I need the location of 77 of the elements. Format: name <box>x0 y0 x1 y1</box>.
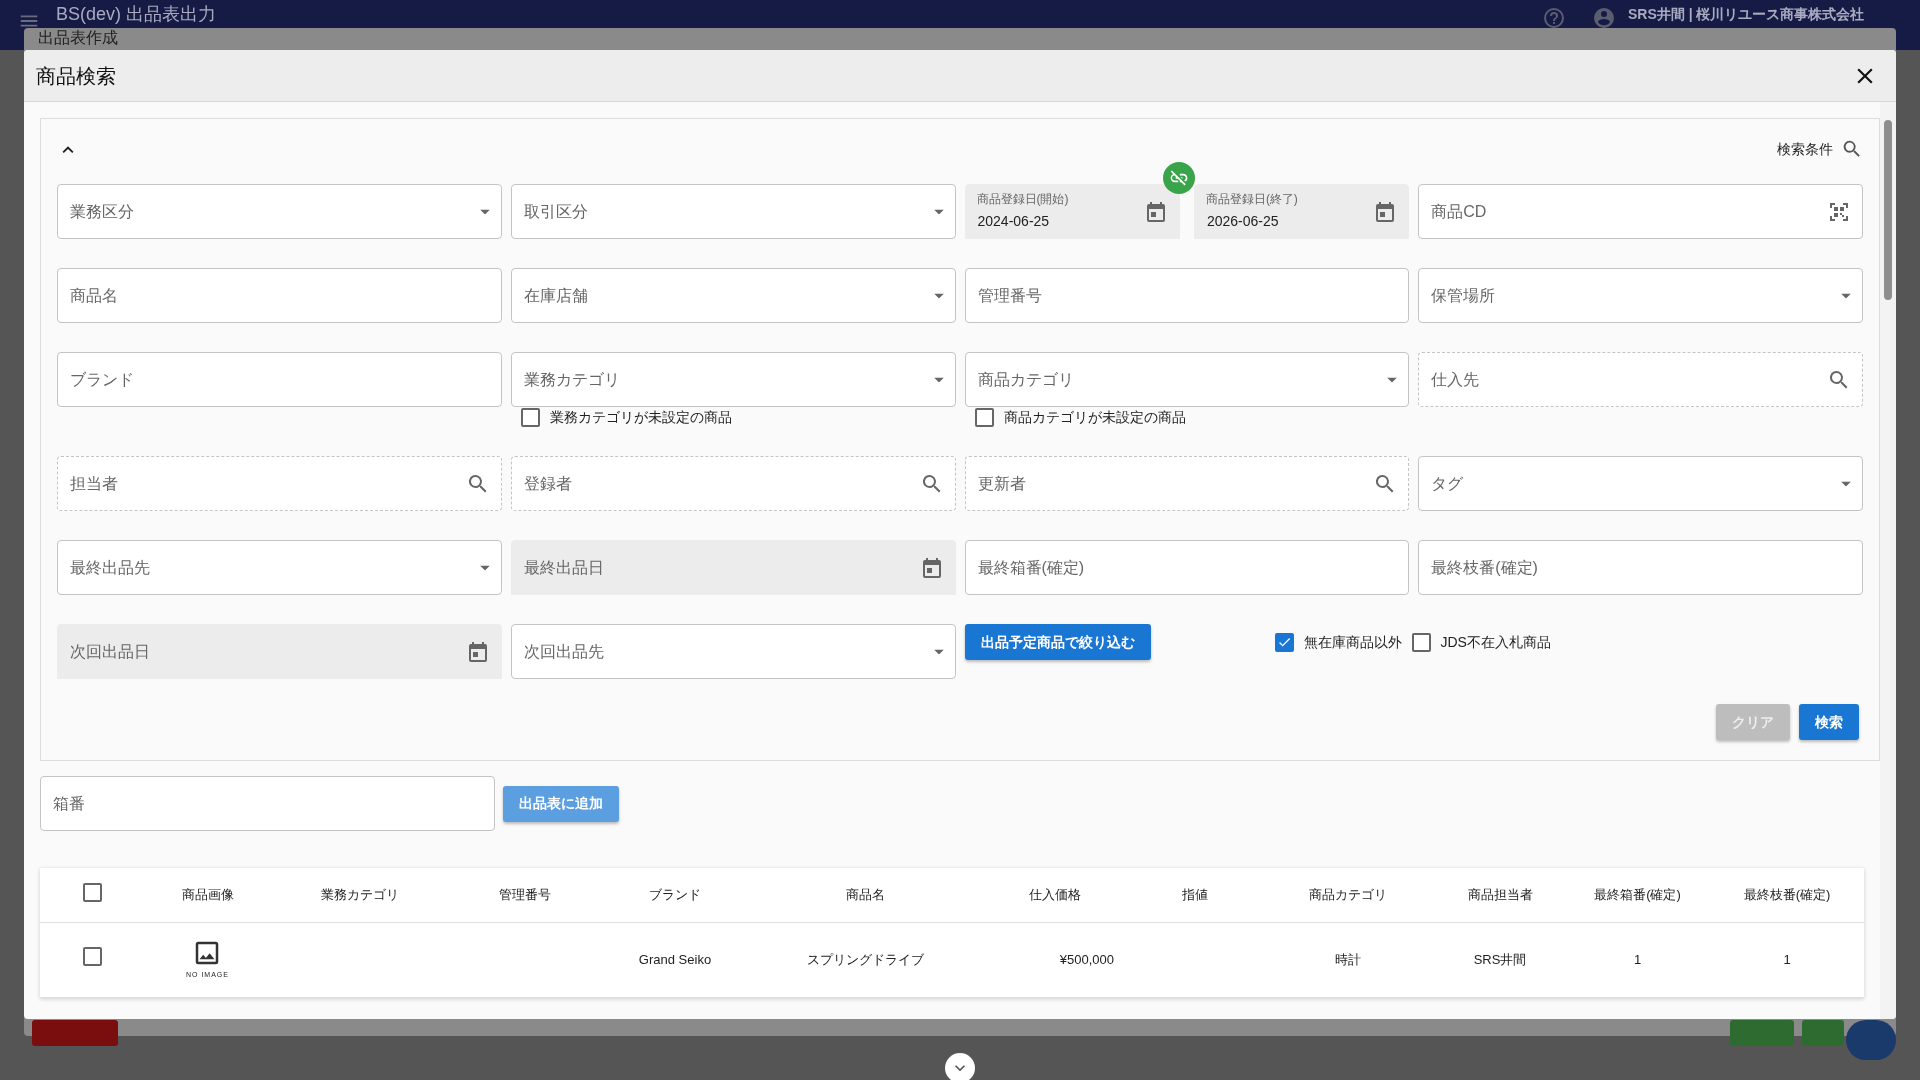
column-header[interactable]: 指値 <box>1182 887 1208 902</box>
dialog-title: 商品検索 <box>36 63 116 89</box>
row-checkbox[interactable] <box>83 947 102 967</box>
checkbox-label: 無在庫商品以外 <box>1303 632 1402 652</box>
lookup-field[interactable]: 更新者 <box>964 456 1410 511</box>
table-cell: スプリングドライブ <box>806 951 924 967</box>
dialog-title: 出品表作成 <box>38 28 118 48</box>
column-header[interactable]: 業務カテゴリ <box>321 887 399 902</box>
field-label: 商品登録日(開始) <box>976 192 1069 207</box>
select-field[interactable]: 最終出品先 <box>57 540 502 595</box>
checkbox[interactable] <box>520 407 540 427</box>
checkbox[interactable] <box>1274 632 1294 652</box>
link-toggle[interactable] <box>1162 162 1195 194</box>
select-field[interactable]: 保管場所 <box>1418 268 1863 323</box>
checkbox-label: 業務カテゴリが未設定の商品 <box>549 407 732 427</box>
table-cell: SRS井間 <box>1473 951 1527 967</box>
field-label: 商品登録日(終了) <box>1205 192 1298 207</box>
table-cell: 1 <box>1633 951 1642 967</box>
dropdown-caret-icon[interactable] <box>933 293 944 298</box>
table-cell: Grand Seiko <box>638 951 712 967</box>
text-field[interactable]: 最終枝番(確定) <box>1418 540 1863 595</box>
text-field[interactable]: 管理番号 <box>964 268 1410 323</box>
dropdown-caret-icon[interactable] <box>479 209 490 214</box>
select-field[interactable]: 次回出品先 <box>510 624 956 679</box>
user-icon[interactable] <box>1592 6 1616 30</box>
column-header[interactable]: 管理番号 <box>499 887 551 902</box>
help-icon[interactable] <box>1542 6 1566 30</box>
date-field[interactable]: 次回出品日 <box>57 624 502 679</box>
column-header[interactable]: 最終枝番(確定) <box>1743 887 1831 902</box>
select-field[interactable]: タグ <box>1418 456 1863 511</box>
scroll-down-button[interactable] <box>945 1053 975 1080</box>
lookup-field[interactable]: 仕入先 <box>1418 352 1863 407</box>
app-title: BS(dev) 出品表出力 <box>56 3 217 25</box>
dropdown-caret-icon[interactable] <box>1387 377 1398 382</box>
lookup-field[interactable]: 登録者 <box>510 456 956 511</box>
dropdown-caret-icon[interactable] <box>1841 293 1851 298</box>
dropdown-caret-icon[interactable] <box>1841 481 1851 486</box>
column-header[interactable]: 最終箱番(確定) <box>1594 887 1681 902</box>
checkbox-label: 商品カテゴリが未設定の商品 <box>1003 407 1186 427</box>
select-all-checkbox[interactable] <box>83 882 102 902</box>
checkbox[interactable] <box>1411 632 1431 652</box>
column-header[interactable]: 商品カテゴリ <box>1308 887 1387 902</box>
checkbox[interactable] <box>974 407 994 427</box>
text-field[interactable]: ブランド <box>57 352 502 407</box>
table-cell: ¥500,000 <box>1059 951 1114 967</box>
dropdown-caret-icon[interactable] <box>479 565 490 570</box>
dropdown-caret-icon[interactable] <box>933 649 944 654</box>
table-cell: 1 <box>1783 951 1791 967</box>
table-cell: 時計 <box>1334 951 1361 967</box>
lookup-field[interactable]: 担当者 <box>57 456 502 511</box>
select-field[interactable]: 業務カテゴリ <box>510 352 956 407</box>
panel-title: 検索条件 <box>1777 139 1833 159</box>
link-off-icon <box>1168 168 1189 188</box>
chat-button[interactable] <box>1846 1020 1896 1060</box>
dropdown-caret-icon[interactable] <box>933 209 944 214</box>
scrollbar-thumb[interactable] <box>1884 120 1892 300</box>
select-field[interactable]: 在庫店舗 <box>510 268 956 323</box>
user-name[interactable]: SRS井間 | 桜川リユース商事株式会社 <box>1628 5 1865 23</box>
select-field[interactable]: 商品カテゴリ <box>964 352 1410 407</box>
scrollbar[interactable] <box>1880 102 1896 1019</box>
column-header[interactable]: 商品担当者 <box>1467 887 1533 902</box>
column-header[interactable]: 仕入価格 <box>1029 887 1081 902</box>
checkbox-label: JDS不在入札商品 <box>1440 632 1551 652</box>
text-field[interactable]: 箱番 <box>40 776 495 831</box>
text-field[interactable]: 最終箱番(確定) <box>964 540 1410 595</box>
column-header[interactable]: 商品名 <box>845 887 885 902</box>
search-button[interactable]: 検索 <box>1799 704 1859 740</box>
text-field[interactable]: 商品名 <box>57 268 502 323</box>
column-header[interactable]: 商品画像 <box>181 887 234 902</box>
filter-button[interactable]: 出品予定商品で絞り込む <box>964 624 1151 660</box>
column-header[interactable]: ブランド <box>649 887 701 902</box>
select-field[interactable]: 業務区分 <box>57 184 502 239</box>
select-field[interactable]: 取引区分 <box>510 184 956 239</box>
code-field[interactable]: 商品CD <box>1418 184 1863 239</box>
search-icon <box>1841 138 1863 160</box>
dropdown-caret-icon[interactable] <box>933 377 944 382</box>
date-field[interactable]: 最終出品日 <box>510 540 956 595</box>
